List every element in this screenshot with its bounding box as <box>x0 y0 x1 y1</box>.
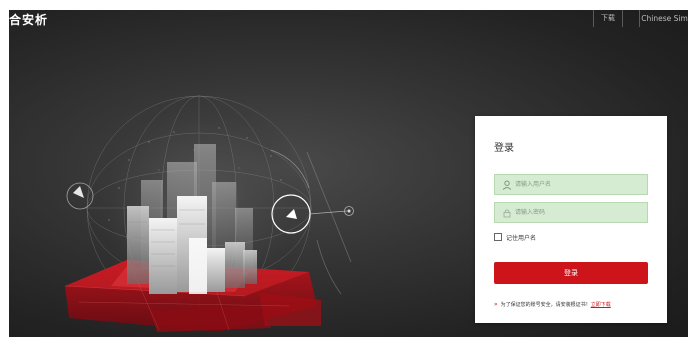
brand-logo: 合安析 <box>9 13 49 27</box>
lock-icon <box>503 209 511 218</box>
remember-checkbox[interactable] <box>494 233 502 241</box>
double-chevron-right-icon: » <box>494 301 498 308</box>
language-selector[interactable]: Chinese Sim <box>639 10 688 27</box>
remember-label: 记住用户名 <box>506 234 537 242</box>
user-icon <box>502 180 512 190</box>
notice-text: 为了保证您的账号安全，请安装根证书！ <box>500 302 591 308</box>
download-link[interactable]: 下载 <box>593 10 623 27</box>
login-background: 合安析 下载 Chinese Sim 登录 记住用户名 登录 »为了保证您的账号 <box>9 10 688 337</box>
password-field[interactable] <box>494 202 648 223</box>
login-title: 登录 <box>494 143 514 154</box>
top-bar: 合安析 下载 Chinese Sim <box>9 10 688 32</box>
username-input[interactable] <box>515 175 645 194</box>
login-button[interactable]: 登录 <box>494 262 648 284</box>
remember-username[interactable]: 记住用户名 <box>494 232 536 242</box>
username-field[interactable] <box>494 174 648 195</box>
login-panel: 登录 记住用户名 登录 »为了保证您的账号安全，请安装根证书！立即下载 <box>475 116 667 323</box>
download-certificate-link[interactable]: 立即下载 <box>591 302 611 308</box>
certificate-notice: » 为了保证您的账号安全，请安装根证书！立即下载 <box>494 300 664 310</box>
password-input[interactable] <box>515 203 645 222</box>
